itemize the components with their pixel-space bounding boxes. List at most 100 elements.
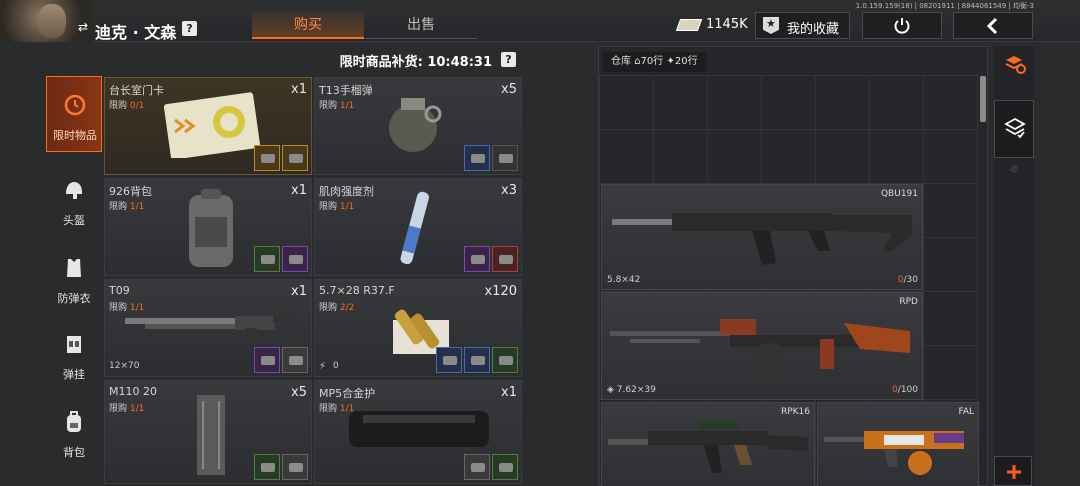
nav-label: 背包	[63, 446, 85, 459]
item-source-icons	[462, 454, 518, 480]
storage-scrollbar[interactable]	[980, 76, 986, 122]
weapon-thumb-icon	[436, 347, 462, 373]
ammo-thumb-icon	[254, 454, 280, 480]
item-quantity: x1	[291, 284, 307, 299]
gear-thumb-icon	[464, 454, 490, 480]
ticket-icon: ✦	[666, 56, 675, 67]
shotgun-image	[125, 314, 293, 344]
nav-label: 防弹衣	[57, 292, 91, 305]
shop-header: 限时商品补货: 10:48:31 ?	[104, 46, 524, 74]
backpack-image	[189, 189, 233, 267]
character-face	[38, 4, 66, 38]
weapon-thumb-icon	[254, 347, 280, 373]
storage-rows-extra: 20行	[674, 56, 698, 67]
weapon-thumb-icon	[492, 454, 518, 480]
weapon-thumb-icon	[464, 347, 490, 373]
nav-item-chest-rig[interactable]: 弹挂	[46, 316, 102, 392]
storage-panel: 仓库 ⌂70行 ✦20行 QBU191 5.8×42 0/30 RPD ◈ 7.…	[598, 46, 988, 486]
tab-buy[interactable]: 购买	[252, 11, 364, 39]
item-name: T13手榴弹	[319, 84, 373, 97]
weapon-thumb-icon	[464, 145, 490, 171]
storage-weapon-card[interactable]: QBU191 5.8×42 0/30	[601, 184, 923, 290]
weapon-caliber: ◈ 7.62×39	[607, 385, 656, 395]
stack-icon	[1004, 117, 1026, 139]
clock-icon	[64, 94, 86, 116]
item-name: 肌肉强度剂	[319, 185, 374, 198]
item-quantity: x120	[484, 284, 517, 299]
shop-item-card[interactable]: 926背包 x1 限购 1/1	[104, 178, 312, 276]
character-name: 迪克 · 文森	[95, 23, 177, 42]
storage-header: 仓库 ⌂70行 ✦20行	[603, 52, 706, 72]
rifle-image	[612, 213, 912, 265]
storage-label: 仓库	[611, 56, 631, 67]
weapon-name: QBU191	[880, 189, 918, 199]
weapon-caliber: 5.8×42	[607, 275, 641, 285]
gear-thumb-icon	[282, 246, 308, 272]
shop-item-card[interactable]: T09 x1 限购 1/1 12×70	[104, 279, 312, 377]
power-icon	[894, 18, 910, 34]
back-button[interactable]	[953, 12, 1033, 39]
weapon-thumb-icon	[254, 246, 280, 272]
item-caliber: 12×70	[109, 361, 140, 371]
nav-item-vest[interactable]: 防弹衣	[46, 240, 102, 316]
shop-item-card[interactable]: 5.7×28 R37.F x120 限购 2/2 0 ⚡	[314, 279, 522, 377]
item-limit: 限购 0/1	[109, 101, 145, 111]
item-source-icons	[462, 145, 518, 171]
gear-thumb-icon	[282, 347, 308, 373]
shop-item-card[interactable]: M110 20 x5 限购 1/1	[104, 380, 312, 484]
item-quantity: x1	[291, 82, 307, 97]
nav-label: 头盔	[63, 214, 85, 227]
item-source-icons	[434, 347, 518, 373]
item-quantity: x3	[501, 183, 517, 198]
item-name: MP5合金护	[319, 387, 376, 400]
tab-sell[interactable]: 出售	[365, 11, 477, 39]
nav-item-backpack[interactable]: 背包	[46, 394, 102, 470]
item-quantity: x1	[501, 385, 517, 400]
cash-icon	[675, 19, 703, 31]
power-button[interactable]	[862, 12, 942, 39]
item-name: M110 20	[109, 385, 157, 398]
nav-item-limited[interactable]: 限时物品	[46, 76, 102, 152]
ammo-icon: ◈	[607, 385, 617, 395]
item-limit: 限购 1/1	[319, 202, 355, 212]
map-thumb-icon	[282, 145, 308, 171]
shop-item-card[interactable]: 台长室门卡 x1 限购 0/1	[104, 77, 312, 175]
storage-rows-home: 70行	[640, 56, 664, 67]
shop-item-card[interactable]: MP5合金护 x1 限购 1/1	[314, 380, 522, 484]
currency-amount: 1145K	[706, 17, 748, 32]
back-arrow-icon	[986, 17, 998, 35]
favorites-label: 我的收藏	[787, 22, 840, 37]
rifle-image	[608, 421, 808, 473]
injector-image	[400, 191, 429, 265]
storage-weapon-card[interactable]: RPD ◈ 7.62×39 0/100	[601, 292, 923, 400]
item-source-icons	[252, 347, 308, 373]
item-source-icons	[252, 454, 308, 480]
item-limit: 限购 1/1	[319, 101, 355, 111]
help-icon[interactable]: ?	[182, 21, 197, 36]
add-button[interactable]	[994, 456, 1032, 486]
item-limit: 限购 1/1	[109, 202, 145, 212]
swap-character-icon[interactable]: ⇄	[78, 20, 88, 34]
plus-icon	[1007, 465, 1021, 479]
item-source-icons	[252, 246, 308, 272]
shop-item-card[interactable]: T13手榴弹 x5 限购 1/1	[314, 77, 522, 175]
chest-rig-icon	[67, 336, 81, 353]
storage-weapon-card[interactable]: RPK16	[601, 402, 815, 486]
tool-hidden[interactable]: ⊘	[994, 164, 1034, 178]
weapon-ammo: 0/30	[897, 275, 918, 285]
tool-layers[interactable]	[994, 48, 1034, 88]
nav-item-helmet[interactable]: 头盔	[46, 162, 102, 238]
map-thumb-icon	[254, 145, 280, 171]
bullet-icon: ⚡	[319, 361, 327, 372]
helmet-thumb-icon	[492, 145, 518, 171]
favorites-button[interactable]: 我的收藏	[755, 12, 850, 39]
help-icon[interactable]: ?	[501, 52, 516, 67]
item-quantity: x5	[501, 82, 517, 97]
weapon-name: RPD	[899, 297, 918, 307]
shop-item-card[interactable]: 肌肉强度剂 x3 限购 1/1	[314, 178, 522, 276]
storage-weapon-card[interactable]: FAL	[817, 402, 979, 486]
storage-tools: ⊘	[994, 46, 1034, 486]
category-nav: 限时物品 头盔 防弹衣 弹挂 背包	[46, 74, 102, 486]
tool-stack[interactable]	[994, 100, 1034, 158]
item-limit: 限购 2/2	[319, 303, 355, 313]
